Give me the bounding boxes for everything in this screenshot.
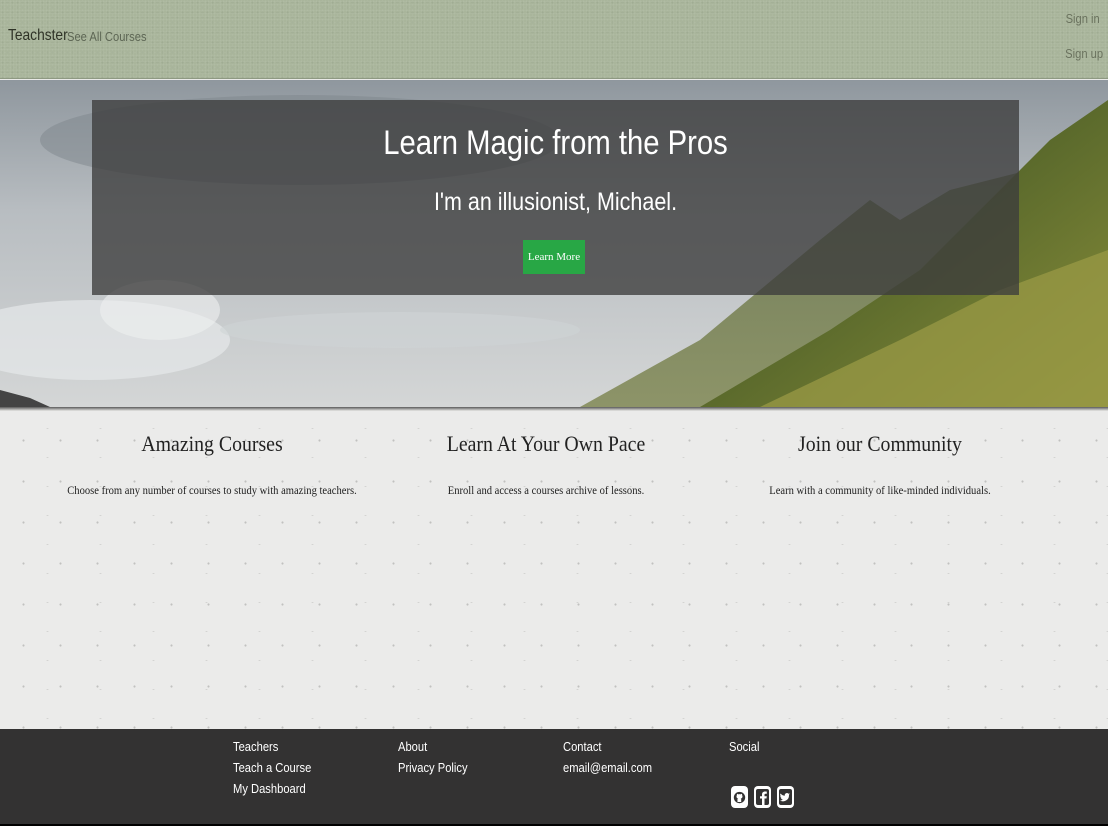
footer-column-contact: Contact email@email.com — [563, 740, 667, 782]
feature-title: Join our Community — [798, 431, 962, 456]
sign-up-link[interactable]: Sign up — [1065, 46, 1103, 61]
sign-in-link[interactable]: Sign in — [1066, 11, 1100, 26]
footer-link-contact[interactable]: Contact — [563, 740, 652, 761]
footer-column-teachers: Teachers Teach a Course My Dashboard — [233, 740, 324, 803]
brand-link[interactable]: Teachster — [8, 27, 68, 45]
hero-subtitle: I'm an illusionist, Michael. — [433, 188, 678, 216]
hero-section: Learn Magic from the Pros I'm an illusio… — [0, 80, 1108, 407]
see-all-courses-link[interactable]: See All Courses — [67, 29, 147, 44]
footer-social-title: Social — [729, 739, 760, 754]
github-icon[interactable] — [731, 786, 748, 808]
learn-more-button[interactable]: Learn More — [523, 240, 585, 274]
footer-email-link[interactable]: email@email.com — [563, 761, 652, 782]
social-icons — [731, 786, 794, 808]
features-section: Amazing Courses Choose from any number o… — [0, 411, 1108, 729]
twitter-icon[interactable] — [777, 786, 794, 808]
footer-link-privacy-policy[interactable]: Privacy Policy — [398, 761, 468, 782]
feature-title: Amazing Courses — [141, 431, 283, 456]
facebook-icon[interactable] — [754, 786, 771, 808]
footer-column-about: About Privacy Policy — [398, 740, 479, 782]
feature-title: Learn At Your Own Pace — [446, 431, 646, 456]
footer: Teachers Teach a Course My Dashboard Abo… — [0, 729, 1108, 826]
feature-text: Choose from any number of courses to stu… — [67, 483, 357, 497]
footer-link-about[interactable]: About — [398, 740, 468, 761]
hero-title: Learn Magic from the Pros — [383, 124, 728, 162]
footer-link-my-dashboard[interactable]: My Dashboard — [233, 782, 311, 803]
footer-link-teachers[interactable]: Teachers — [233, 740, 311, 761]
footer-column-social: Social — [729, 740, 764, 761]
hero-jumbotron: Learn Magic from the Pros I'm an illusio… — [92, 100, 1019, 295]
footer-link-teach-a-course[interactable]: Teach a Course — [233, 761, 311, 782]
feature-text: Enroll and access a courses archive of l… — [447, 483, 645, 497]
navbar: Teachster See All Courses Sign in Sign u… — [0, 0, 1108, 79]
feature-text: Learn with a community of like-minded in… — [769, 483, 991, 497]
